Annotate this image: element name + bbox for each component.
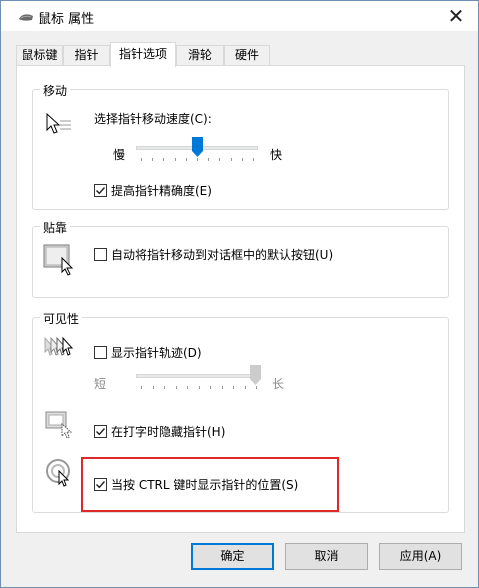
visibility-group-title: 可见性 bbox=[40, 310, 83, 327]
slider-tick bbox=[152, 386, 154, 389]
snap-to-group: 贴靠 自动将指针移动到对话框中的默认按钮(U) bbox=[32, 219, 449, 298]
snap-to-group-title: 贴靠 bbox=[40, 219, 71, 236]
cancel-button[interactable]: 取消 bbox=[285, 543, 368, 570]
slider-tick bbox=[197, 158, 198, 161]
slider-tick bbox=[141, 386, 142, 389]
motion-group-title: 移动 bbox=[40, 82, 71, 99]
slider-tick bbox=[174, 158, 176, 161]
motion-group: 移动 选择指针移动速度(C): 慢 快 提高指针精确度(E) bbox=[32, 82, 449, 210]
tab-buttons[interactable]: 鼠标键 bbox=[16, 45, 63, 66]
snap-to-default-label: 自动将指针移动到对话框中的默认按钮(U) bbox=[111, 248, 334, 262]
slider-tick bbox=[253, 158, 254, 161]
slider-tick bbox=[241, 158, 243, 161]
hide-while-typing-checkbox[interactable]: 在打字时隐藏指针(H) bbox=[94, 423, 225, 440]
slider-tick bbox=[187, 386, 188, 389]
slider-tick bbox=[198, 386, 200, 389]
ok-button[interactable]: 确定 bbox=[191, 543, 274, 570]
tab-wheel[interactable]: 滑轮 bbox=[176, 45, 224, 66]
hide-while-typing-box bbox=[94, 425, 107, 438]
fast-label: 快 bbox=[270, 148, 283, 162]
snap-to-default-checkbox[interactable]: 自动将指针移动到对话框中的默认按钮(U) bbox=[94, 246, 333, 263]
apply-button[interactable]: 应用(A) bbox=[379, 543, 462, 570]
slider-tick bbox=[210, 386, 211, 389]
slow-label: 慢 bbox=[113, 148, 126, 162]
slider-tick bbox=[185, 158, 187, 161]
pointer-trails-box bbox=[94, 346, 107, 359]
slider-tick bbox=[256, 386, 257, 389]
snap-to-default-box bbox=[94, 248, 107, 261]
enhance-precision-checkbox[interactable]: 提高指针精确度(E) bbox=[94, 182, 212, 199]
checkmark-icon bbox=[96, 428, 106, 436]
pointer-trails-icon bbox=[44, 336, 74, 356]
hide-while-typing-icon bbox=[45, 411, 73, 439]
slider-tick bbox=[163, 158, 165, 161]
slider-tick bbox=[233, 386, 234, 389]
tab-pointers[interactable]: 指针 bbox=[63, 45, 110, 66]
window-title: 鼠标 属性 bbox=[38, 12, 95, 27]
trails-long-label: 长 bbox=[272, 377, 285, 391]
show-location-icon bbox=[46, 459, 70, 487]
slider-tick bbox=[175, 386, 177, 389]
slider-tick bbox=[230, 158, 232, 161]
hide-while-typing-label: 在打字时隐藏指针(H) bbox=[111, 425, 226, 439]
pointer-trails-checkbox[interactable]: 显示指针轨迹(D) bbox=[94, 344, 202, 361]
mouse-icon bbox=[19, 14, 33, 21]
pointer-speed-thumb[interactable] bbox=[191, 137, 203, 158]
slider-tick bbox=[244, 386, 246, 389]
slider-tick bbox=[221, 386, 223, 389]
tab-pointer-options[interactable]: 指针选项 bbox=[110, 42, 176, 67]
slider-tick bbox=[141, 158, 142, 161]
slider-tick bbox=[152, 158, 154, 161]
title-bar: 鼠标 属性 ✕ bbox=[1, 1, 478, 31]
pointer-trails-thumb bbox=[250, 365, 261, 385]
speed-label: 选择指针移动速度(C): bbox=[94, 112, 212, 126]
slider-tick bbox=[164, 386, 165, 389]
pointer-speed-icon bbox=[46, 112, 71, 134]
pointer-trails-track bbox=[136, 374, 261, 378]
slider-tick bbox=[219, 158, 221, 161]
slider-tick bbox=[208, 158, 210, 161]
pointer-trails-slider bbox=[136, 365, 261, 392]
close-icon: ✕ bbox=[447, 4, 465, 28]
highlight-box bbox=[81, 457, 339, 512]
close-button[interactable]: ✕ bbox=[434, 1, 478, 31]
tab-hardware[interactable]: 硬件 bbox=[224, 45, 270, 66]
pointer-speed-slider[interactable] bbox=[136, 137, 258, 164]
enhance-precision-box bbox=[94, 184, 107, 197]
mouse-properties-window: 鼠标 属性 ✕ 鼠标键 指针 指针选项 滑轮 硬件 移动 选择指针移动速度(C)… bbox=[0, 0, 479, 588]
trails-short-label: 短 bbox=[94, 377, 107, 391]
pointer-trails-label: 显示指针轨迹(D) bbox=[111, 346, 202, 360]
snap-to-button-icon bbox=[43, 244, 74, 276]
checkmark-icon bbox=[96, 187, 106, 195]
enhance-precision-label: 提高指针精确度(E) bbox=[111, 184, 212, 198]
